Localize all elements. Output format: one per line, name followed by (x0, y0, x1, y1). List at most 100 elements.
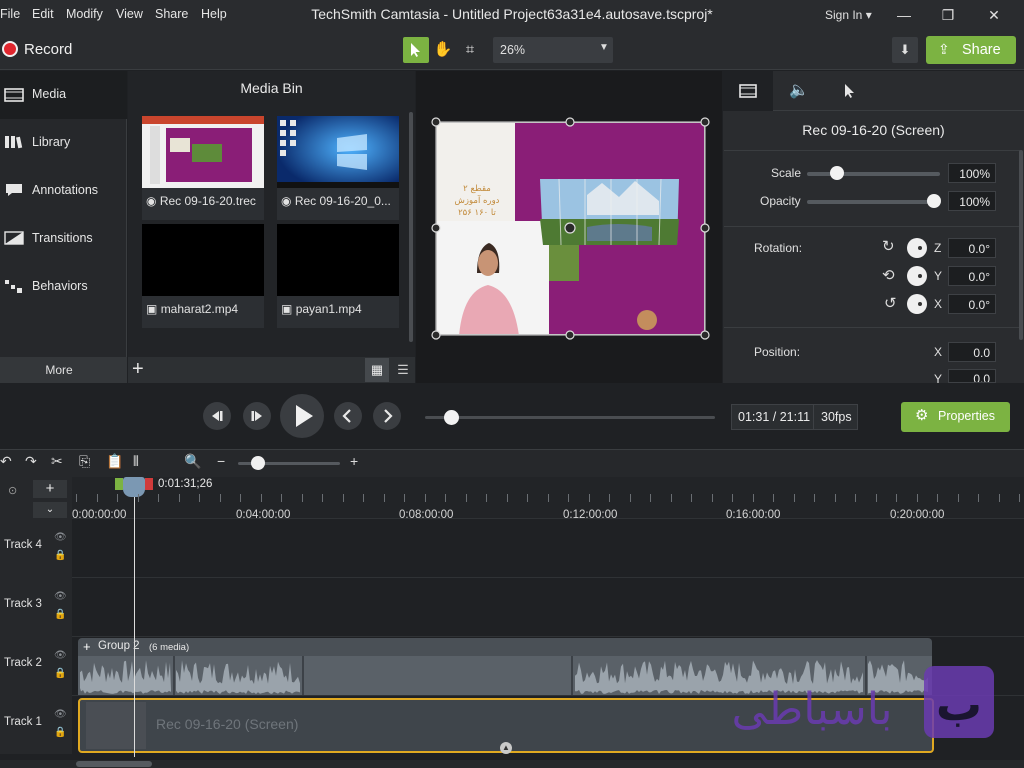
divider (724, 226, 1020, 227)
sidebar-item-transitions[interactable]: Transitions (0, 215, 127, 263)
media-bin-scrollbar[interactable] (409, 112, 413, 342)
playhead-out-marker[interactable] (145, 478, 153, 490)
playhead-in-marker[interactable] (115, 478, 123, 490)
minimize-icon[interactable]: — (893, 5, 915, 25)
ruler-tick (507, 494, 508, 502)
rotation-x-dial[interactable] (907, 294, 927, 314)
menu-share[interactable]: Share (155, 7, 188, 21)
cut-icon[interactable]: ✂ (51, 453, 63, 470)
scrub-knob[interactable] (444, 410, 459, 425)
lock-icon[interactable]: 🔒 (54, 609, 66, 620)
magnet-icon[interactable]: ⊙ (8, 484, 17, 497)
grid-view-icon[interactable]: ▦ (365, 358, 389, 382)
timeline-scroll-thumb[interactable] (76, 761, 152, 767)
arrow-select-icon[interactable] (403, 37, 429, 63)
chevron-down-icon[interactable]: ⌄ (33, 502, 67, 518)
sign-in-link[interactable]: Sign In ▾ (825, 8, 872, 22)
timeline-ruler[interactable] (0, 477, 1024, 522)
crop-icon[interactable]: ⌗ (457, 37, 483, 63)
expand-group-icon[interactable]: + (83, 639, 91, 654)
position-x-input[interactable]: 0.0 (948, 342, 996, 362)
add-track-button[interactable]: + (33, 480, 67, 498)
ruler-tick (158, 494, 159, 502)
rotation-y-input[interactable]: 0.0° (948, 266, 996, 286)
opacity-input[interactable]: 100% (948, 191, 996, 211)
eye-icon[interactable]: 👁 (54, 532, 67, 543)
close-icon[interactable]: ✕ (983, 5, 1005, 25)
timeline-zoom-knob[interactable] (251, 456, 265, 470)
ruler-tick (384, 494, 385, 502)
menu-help[interactable]: Help (201, 7, 227, 21)
pan-hand-icon[interactable]: ✋ (430, 37, 456, 63)
track-row[interactable] (0, 518, 1024, 577)
opacity-slider[interactable] (807, 200, 940, 204)
download-icon[interactable]: ⬇ (892, 37, 918, 63)
sidebar-item-media[interactable]: Media (0, 71, 127, 119)
zoom-out-icon[interactable]: − (217, 453, 225, 469)
position-y-input[interactable]: 0.0 (948, 369, 996, 383)
sidebar-item-library[interactable]: Library (0, 119, 127, 167)
media-item[interactable]: ◉ Rec 09-16-20.trec (142, 116, 264, 220)
eye-icon[interactable]: 👁 (54, 650, 67, 661)
search-icon[interactable]: 🔍 (184, 453, 201, 470)
sidebar-item-behaviors[interactable]: Behaviors (0, 263, 127, 311)
zoom-in-icon[interactable]: + (350, 453, 358, 469)
track-header[interactable]: Track 2 👁 🔒 (0, 636, 72, 695)
menu-file[interactable]: File (0, 7, 20, 21)
step-forward-button[interactable] (243, 402, 271, 430)
previous-clip-button[interactable] (334, 402, 362, 430)
opacity-slider-knob[interactable] (927, 194, 941, 208)
eye-icon[interactable]: 👁 (54, 709, 67, 720)
media-type-icon: ◉ (146, 194, 157, 208)
track-header[interactable]: Track 4 👁 🔒 (0, 518, 72, 577)
list-view-icon[interactable]: ☰ (393, 358, 413, 382)
media-item[interactable]: ▣ payan1.mp4 (277, 224, 399, 328)
audio-properties-tab[interactable]: 🔈 (774, 71, 824, 111)
lock-icon[interactable]: 🔒 (54, 550, 66, 561)
chevron-down-icon: ▾ (865, 8, 872, 22)
group-clip[interactable] (78, 638, 932, 695)
rotation-z-input[interactable]: 0.0° (948, 238, 996, 258)
media-item[interactable]: ▣ maharat2.mp4 (142, 224, 264, 328)
track-header[interactable]: Track 1 👁 🔒 (0, 695, 72, 754)
ruler-tick (466, 494, 467, 502)
track-header[interactable]: Track 3 👁 🔒 (0, 577, 72, 636)
cursor-properties-tab[interactable] (825, 71, 875, 111)
split-icon[interactable]: ⫴ (133, 453, 139, 470)
divider (813, 405, 814, 429)
selection-handles[interactable] (430, 116, 712, 342)
scale-input[interactable]: 100% (948, 163, 996, 183)
sidebar-item-annotations[interactable]: Annotations (0, 167, 127, 215)
ruler-tick (732, 494, 733, 502)
record-button[interactable]: Record (24, 41, 72, 58)
menu-edit[interactable]: Edit (32, 7, 54, 21)
timeline-scrollbar[interactable] (0, 760, 1024, 768)
menu-modify[interactable]: Modify (66, 7, 103, 21)
eye-icon[interactable]: 👁 (54, 591, 67, 602)
restore-icon[interactable]: ❐ (937, 5, 959, 25)
record-icon[interactable] (2, 41, 18, 57)
play-button[interactable] (280, 394, 324, 438)
rotation-y-dial[interactable] (907, 266, 927, 286)
undo-icon[interactable]: ↶ (0, 453, 12, 470)
expand-clip-icon[interactable]: ▲ (500, 742, 512, 754)
paste-icon[interactable]: 📋 (106, 453, 123, 470)
properties-scrollbar[interactable] (1019, 150, 1023, 340)
media-item[interactable]: ◉ Rec 09-16-20_0... (277, 116, 399, 220)
lock-icon[interactable]: 🔒 (54, 727, 66, 738)
scrub-bar[interactable] (425, 416, 715, 419)
track-row[interactable] (0, 577, 1024, 636)
scale-slider-knob[interactable] (830, 166, 844, 180)
copy-icon[interactable]: ⎘ (79, 453, 90, 470)
next-clip-button[interactable] (373, 402, 401, 430)
rotation-x-input[interactable]: 0.0° (948, 294, 996, 314)
add-media-icon[interactable]: + (132, 359, 144, 379)
playhead-handle[interactable] (123, 477, 145, 497)
redo-icon[interactable]: ↷ (25, 453, 37, 470)
rotation-z-dial[interactable] (907, 238, 927, 258)
menu-view[interactable]: View (116, 7, 143, 21)
scale-slider[interactable] (807, 172, 940, 176)
step-back-button[interactable] (203, 402, 231, 430)
lock-icon[interactable]: 🔒 (54, 668, 66, 679)
visual-properties-tab[interactable] (723, 71, 773, 111)
